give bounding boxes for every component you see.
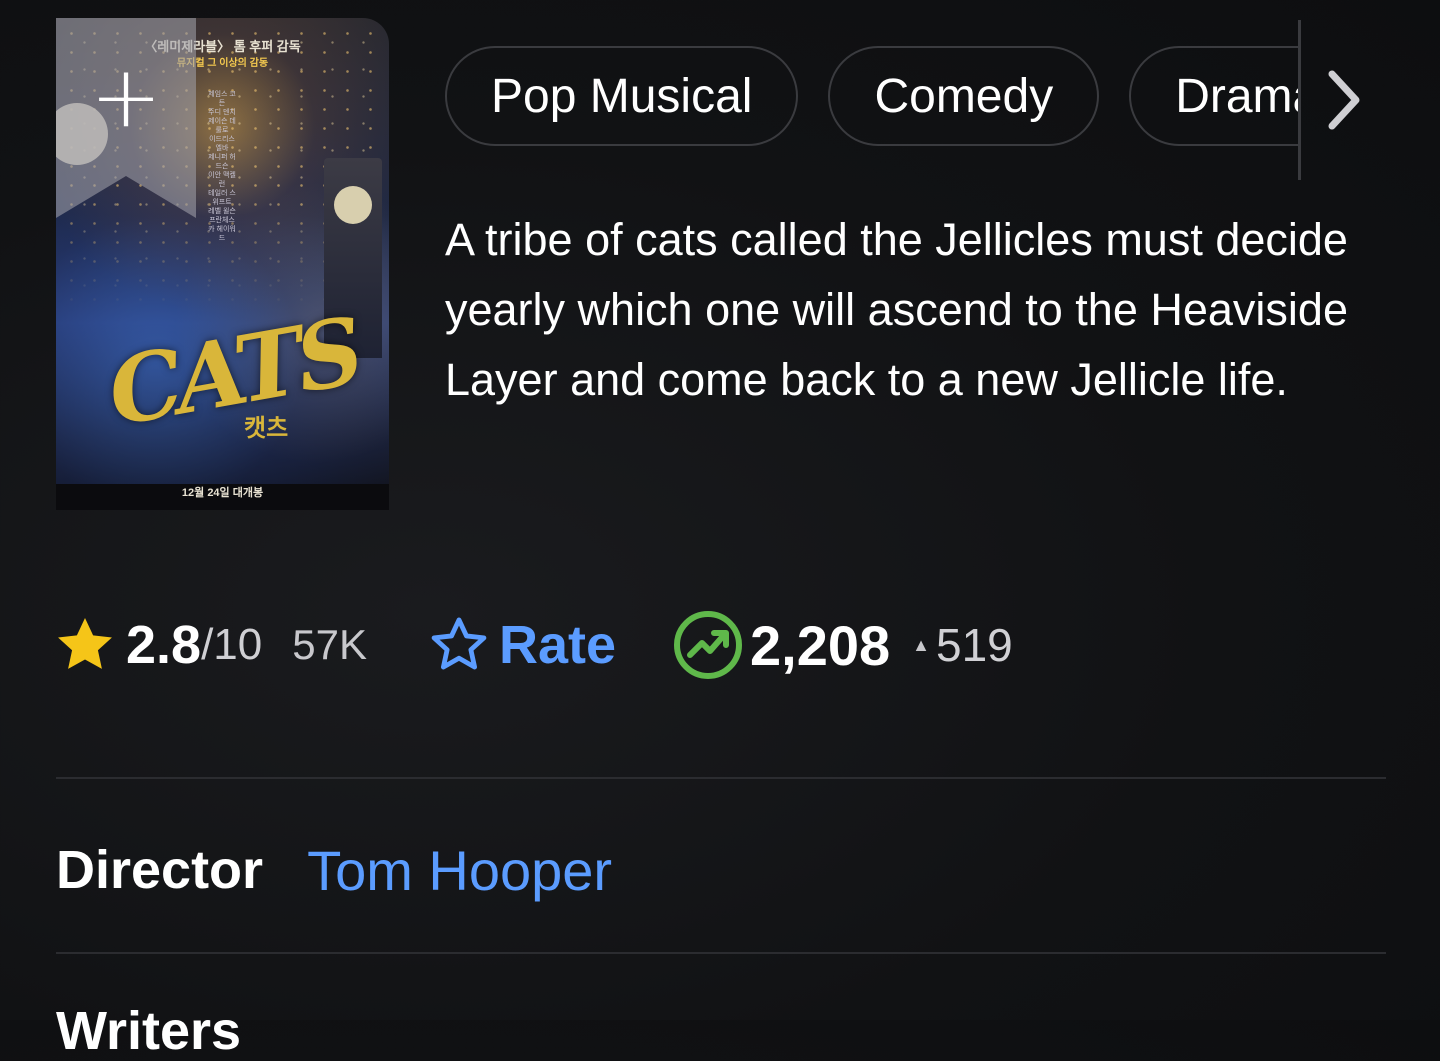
poster-cast-name: 테일러 스위프트: [208, 190, 236, 206]
genre-chip-list[interactable]: Pop Musical Comedy Drama: [445, 46, 1300, 152]
genre-scroll-button[interactable]: [1316, 60, 1372, 140]
poster-cast-name: 제이슨 데룰로: [208, 118, 236, 134]
trending-up-icon: [674, 611, 743, 679]
section-divider: [56, 777, 1386, 779]
plus-icon: +: [89, 47, 163, 147]
genre-chip[interactable]: Drama: [1129, 46, 1300, 146]
poster-cast-name: 프란체스카 헤이워드: [208, 217, 236, 242]
poster-cast-name: 이드리스 엘바: [209, 136, 235, 152]
add-to-watchlist-ribbon[interactable]: +: [56, 18, 196, 218]
poster-cast-name: 제니퍼 허드슨: [208, 154, 236, 170]
poster-cast-name: 이안 맥켈런: [208, 172, 236, 188]
director-row: Director Tom Hooper: [56, 832, 612, 908]
popularity-change: 519: [936, 619, 1013, 671]
rate-button[interactable]: Rate: [427, 613, 616, 677]
genre-scroll-divider: [1298, 20, 1301, 180]
poster-cast-name: 레벨 윌슨: [208, 208, 236, 215]
director-label: Director: [56, 840, 264, 900]
section-divider: [56, 952, 1386, 954]
writers-label: Writers: [56, 1001, 242, 1061]
movie-poster[interactable]: 〈레미제라블〉 톰 후퍼 감독 뮤지컬 그 이상의 감동 제임스 코든 주디 덴…: [56, 18, 389, 510]
popularity-value: 2,208: [750, 613, 891, 677]
poster-clock: [334, 186, 372, 224]
rating-max: /10: [201, 620, 263, 669]
poster-cast-name: 주디 덴치: [208, 109, 236, 116]
genre-chip[interactable]: Comedy: [828, 46, 1100, 146]
rate-label: Rate: [498, 615, 617, 675]
poster-cast-list: 제임스 코든 주디 덴치 제이슨 데룰로 이드리스 엘바 제니퍼 허드슨 이안 …: [206, 90, 238, 243]
poster-title-korean: 캣츠: [244, 415, 289, 442]
chevron-right-icon: [1328, 70, 1360, 130]
rating-value: 2.8: [126, 615, 202, 675]
rating-row: 2.8 /10 57K Rate 2,208 ▲ 519: [52, 600, 1013, 690]
star-outline-icon: [431, 617, 487, 670]
poster-title-art: CATS: [100, 297, 366, 447]
poster-cast-name: 제임스 코든: [208, 91, 236, 107]
rating-count: 57K: [292, 621, 367, 668]
star-icon: [58, 618, 112, 669]
popularity-meter[interactable]: 2,208 ▲ 519: [672, 609, 1013, 681]
popularity-up-arrow-icon: ▲: [912, 634, 930, 655]
director-link[interactable]: Tom Hooper: [307, 838, 612, 903]
poster-release-text: 12월 24일 대개봉: [181, 487, 264, 499]
plot-summary[interactable]: A tribe of cats called the Jellicles mus…: [445, 205, 1375, 415]
genre-chip[interactable]: Pop Musical: [445, 46, 799, 146]
